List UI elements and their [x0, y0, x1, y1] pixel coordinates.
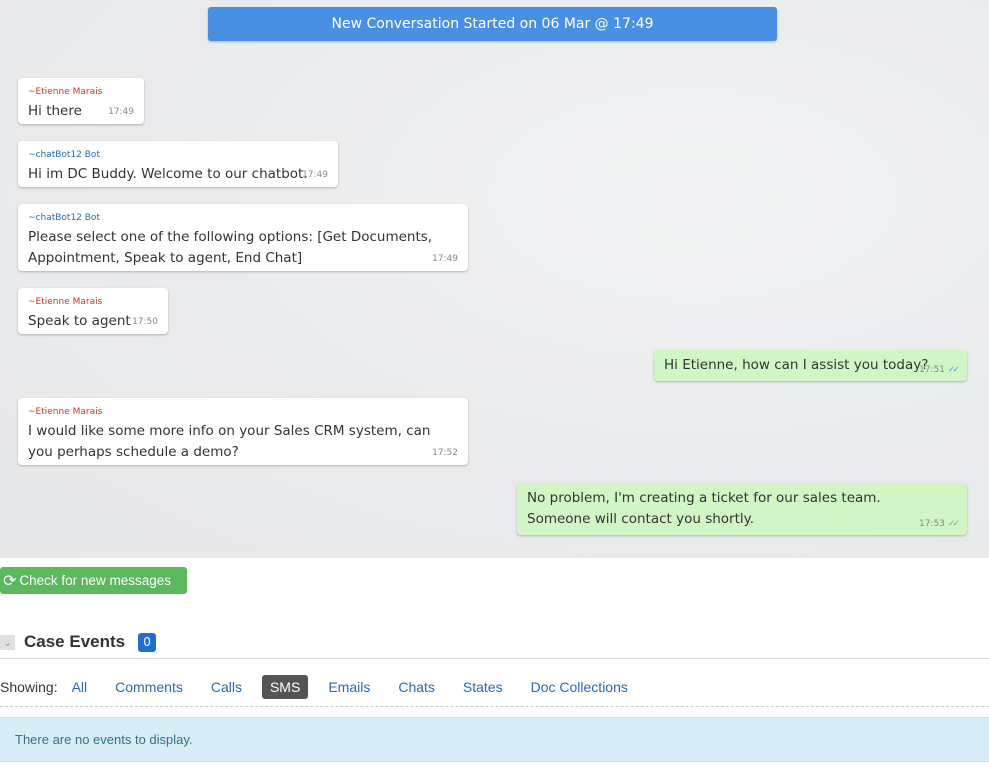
chat-message-incoming: ~chatBot12 Bot Hi im DC Buddy. Welcome t… — [18, 141, 338, 187]
filter-doc-collections[interactable]: Doc Collections — [531, 675, 628, 699]
chat-message-incoming: ~chatBot12 Bot Please select one of the … — [18, 204, 468, 271]
read-ticks-icon: ✓✓ — [947, 365, 960, 375]
message-time-text: 17:53 — [918, 519, 945, 529]
message-text-line: I would like some more info on your Sale… — [28, 423, 431, 439]
conversation-started-banner: New Conversation Started on 06 Mar @ 17:… — [208, 7, 777, 41]
divider — [0, 658, 989, 659]
filter-chats[interactable]: Chats — [398, 675, 435, 699]
message-text: Hi im DC Buddy. Welcome to our chatbot. — [28, 166, 308, 182]
message-sender: ~chatBot12 Bot — [28, 213, 100, 223]
event-filter-bar: Showing: All Comments Calls SMS Emails C… — [0, 674, 656, 700]
filter-comments[interactable]: Comments — [115, 675, 183, 699]
message-time: 17:49 — [432, 254, 458, 264]
case-events-header: ⌄ Case Events 0 — [0, 630, 157, 654]
chevron-down-icon[interactable]: ⌄ — [0, 634, 15, 650]
chat-panel: New Conversation Started on 06 Mar @ 17:… — [0, 0, 989, 558]
message-sender: ~Etienne Marais — [28, 407, 103, 417]
message-time: 17:49 — [302, 170, 328, 180]
chat-message-incoming: ~Etienne Marais I would like some more i… — [18, 398, 468, 465]
message-time: 17:52 — [432, 448, 458, 458]
filter-states[interactable]: States — [463, 675, 503, 699]
chat-message-incoming: ~Etienne Marais Hi there 17:49 — [18, 78, 144, 124]
filter-all[interactable]: All — [72, 675, 88, 699]
message-text-line: Appointment, Speak to agent, End Chat] — [28, 250, 303, 266]
message-text-line: No problem, I'm creating a ticket for ou… — [527, 490, 881, 506]
check-new-messages-button[interactable]: ⟳ Check for new messages — [0, 567, 187, 594]
message-sender: ~chatBot12 Bot — [28, 150, 100, 160]
divider — [0, 706, 989, 707]
message-sender: ~Etienne Marais — [28, 297, 103, 307]
refresh-icon: ⟳ — [3, 572, 17, 590]
message-time-text: 17:51 — [918, 365, 945, 375]
chat-message-outgoing: Hi Etienne, how can I assist you today? … — [654, 350, 967, 381]
message-text: Hi Etienne, how can I assist you today? — [664, 357, 929, 373]
message-text-line: Please select one of the following optio… — [28, 229, 433, 245]
case-events-count-badge: 0 — [138, 632, 157, 652]
no-events-message: There are no events to display. — [0, 717, 989, 762]
message-time: 17:50 — [132, 317, 158, 327]
delivered-ticks-icon: ✓✓ — [947, 519, 960, 529]
filter-sms[interactable]: SMS — [261, 675, 309, 699]
message-text-line: Someone will contact you shortly. — [527, 511, 754, 527]
filter-emails[interactable]: Emails — [328, 675, 370, 699]
message-time: 17:53 ✓✓ — [918, 519, 960, 529]
check-new-messages-label: Check for new messages — [19, 573, 171, 588]
message-time: 17:51 ✓✓ — [918, 365, 960, 375]
filter-calls[interactable]: Calls — [211, 675, 242, 699]
case-events-title: Case Events — [24, 632, 126, 651]
chat-message-incoming: ~Etienne Marais Speak to agent 17:50 — [18, 288, 168, 334]
message-text-line: you perhaps schedule a demo? — [28, 444, 239, 460]
chat-message-outgoing: No problem, I'm creating a ticket for ou… — [517, 483, 967, 535]
message-time: 17:49 — [108, 107, 134, 117]
showing-label: Showing: — [0, 679, 58, 695]
message-sender: ~Etienne Marais — [28, 87, 103, 97]
